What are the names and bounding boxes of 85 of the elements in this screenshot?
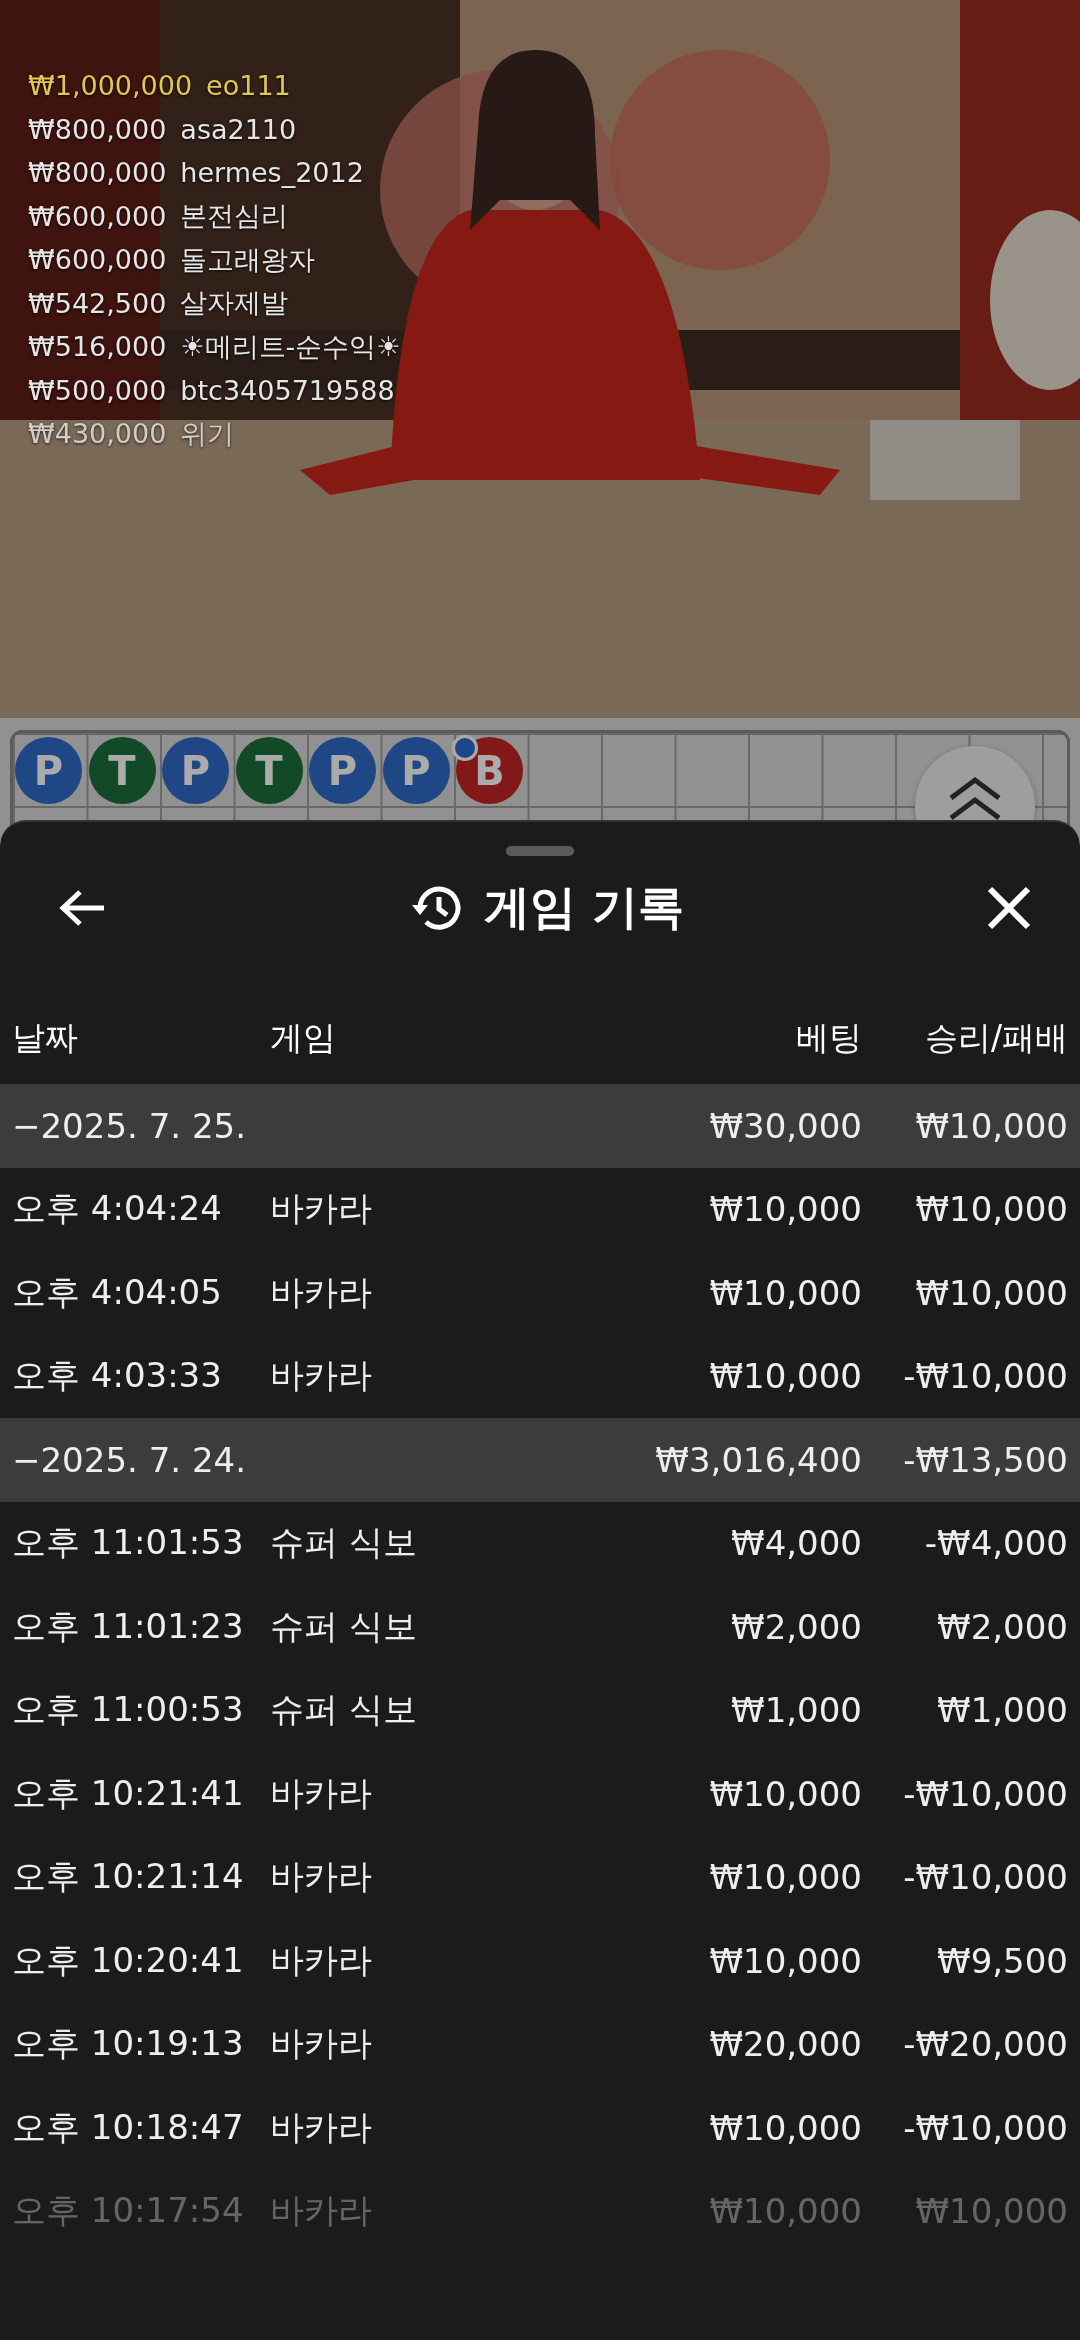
game-cell-text: 슈퍼 식보 <box>270 1688 418 1732</box>
leaderboard-amount: ₩600,000 <box>28 244 167 276</box>
time-cell-text: 오후 4:04:24 <box>12 1187 223 1231</box>
group-date: −2025. 7. 24. <box>12 1439 247 1480</box>
time-cell-text: 오후 4:04:05 <box>12 1270 223 1314</box>
close-icon <box>986 885 1032 931</box>
win-loss-amount: ₩1,000 <box>936 1690 1068 1731</box>
leaderboard-amount: ₩542,500 <box>28 287 167 319</box>
column-header: 게임 <box>270 1016 337 1059</box>
bead: T <box>88 737 156 804</box>
game-cell-text: 슈퍼 식보 <box>270 1604 418 1648</box>
game-cell-text: 바카라 <box>270 1270 373 1314</box>
win-loss-amount: -₩10,000 <box>902 1773 1068 1814</box>
time-cell-text: 오후 10:19:13 <box>12 2022 245 2066</box>
column-header: 베팅 <box>795 1016 862 1059</box>
time-cell-text: 오후 11:00:53 <box>12 1688 245 1732</box>
time-cell-text: 오후 11:01:23 <box>12 1604 245 1648</box>
win-loss-amount: -₩13,500 <box>902 1439 1068 1480</box>
bet-amount: ₩10,000 <box>708 1773 862 1814</box>
time-cell-text: 오후 10:21:14 <box>12 1855 245 1899</box>
leaderboard-player-name: asa2110 <box>180 113 297 145</box>
bead: P <box>162 737 229 804</box>
game-cell-text: 슈퍼 식보 <box>270 1521 418 1565</box>
game-cell-text: 바카라 <box>270 1354 373 1398</box>
bet-amount: ₩10,000 <box>708 1189 862 1230</box>
win-loss-amount: ₩10,000 <box>914 1272 1068 1313</box>
leaderboard-player-name: hermes_2012 <box>180 157 364 189</box>
bet-amount: ₩1,000 <box>730 1690 862 1731</box>
win-loss-amount: -₩10,000 <box>902 2107 1068 2148</box>
game-cell-text: 바카라 <box>270 2022 373 2066</box>
leaderboard-amount: ₩800,000 <box>28 113 167 145</box>
bead: T <box>235 737 303 804</box>
bet-amount: ₩10,000 <box>708 2107 862 2148</box>
bet-amount: ₩2,000 <box>730 1606 862 1647</box>
time-cell-text: 오후 10:20:41 <box>12 1938 245 1982</box>
leaderboard-player-name: 본전심리 <box>180 199 289 234</box>
leaderboard-amount: ₩430,000 <box>28 418 167 450</box>
win-loss-amount: ₩10,000 <box>914 1105 1068 1146</box>
win-loss-amount: ₩10,000 <box>914 2191 1068 2232</box>
drag-handle[interactable] <box>506 846 574 856</box>
leaderboard-player-name: eo111 <box>206 70 291 102</box>
leaderboard-amount: ₩600,000 <box>28 200 167 232</box>
game-cell-text: 바카라 <box>270 2105 373 2149</box>
leaderboard-amount: ₩516,000 <box>28 331 167 363</box>
leaderboard-player-name: 살자제발 <box>180 286 289 321</box>
bet-amount: ₩20,000 <box>708 2024 862 2065</box>
game-cell-text: 바카라 <box>270 2189 373 2233</box>
leaderboard-amount: ₩800,000 <box>28 157 167 189</box>
time-cell-text: 오후 10:18:47 <box>12 2105 245 2149</box>
column-header: 날짜 <box>12 1016 79 1059</box>
bead: P <box>382 737 450 804</box>
game-cell-text: 바카라 <box>270 1855 373 1899</box>
bet-amount: ₩10,000 <box>708 1272 862 1313</box>
time-cell-text: 오후 4:03:33 <box>12 1354 223 1398</box>
win-loss-amount: -₩4,000 <box>923 1523 1068 1564</box>
win-loss-amount: ₩9,500 <box>936 1940 1068 1981</box>
leaderboard-player-name: 위기 <box>180 416 235 451</box>
bet-amount: ₩10,000 <box>708 1857 862 1898</box>
leaderboard-amount: ₩1,000,000 <box>28 70 193 102</box>
time-cell-text: 오후 11:01:53 <box>12 1521 245 1565</box>
bet-amount: ₩10,000 <box>708 2191 862 2232</box>
game-cell-text: 바카라 <box>270 1938 373 1982</box>
game-cell-text: 바카라 <box>270 1771 373 1815</box>
sheet-title: 게임 기록 <box>484 879 684 936</box>
time-cell-text: 오후 10:21:41 <box>12 1771 245 1815</box>
bet-amount: ₩30,000 <box>708 1105 862 1146</box>
leaderboard-player-name: 돌고래왕자 <box>180 242 316 277</box>
leaderboard-player-name: btc3405719588 <box>180 374 395 406</box>
column-header: 승리/패배 <box>923 1016 1068 1059</box>
bet-amount: ₩10,000 <box>708 1940 862 1981</box>
bet-amount: ₩10,000 <box>708 1356 862 1397</box>
win-loss-amount: ₩2,000 <box>936 1606 1068 1647</box>
win-loss-amount: -₩10,000 <box>902 1356 1068 1397</box>
win-loss-amount: -₩20,000 <box>902 2024 1068 2065</box>
group-date: −2025. 7. 25. <box>12 1105 247 1146</box>
win-loss-amount: ₩10,000 <box>914 1189 1068 1230</box>
leaderboard-amount: ₩500,000 <box>28 374 167 406</box>
bead: P <box>15 737 82 804</box>
win-loss-amount: -₩10,000 <box>902 1857 1068 1898</box>
time-cell-text: 오후 10:17:54 <box>12 2189 245 2233</box>
bead: P <box>309 737 376 804</box>
bet-amount: ₩3,016,400 <box>654 1439 862 1480</box>
leaderboard-player-name: ☀메리트-순수익☀ <box>180 329 401 364</box>
game-cell-text: 바카라 <box>270 1187 373 1231</box>
bet-amount: ₩4,000 <box>730 1523 862 1564</box>
